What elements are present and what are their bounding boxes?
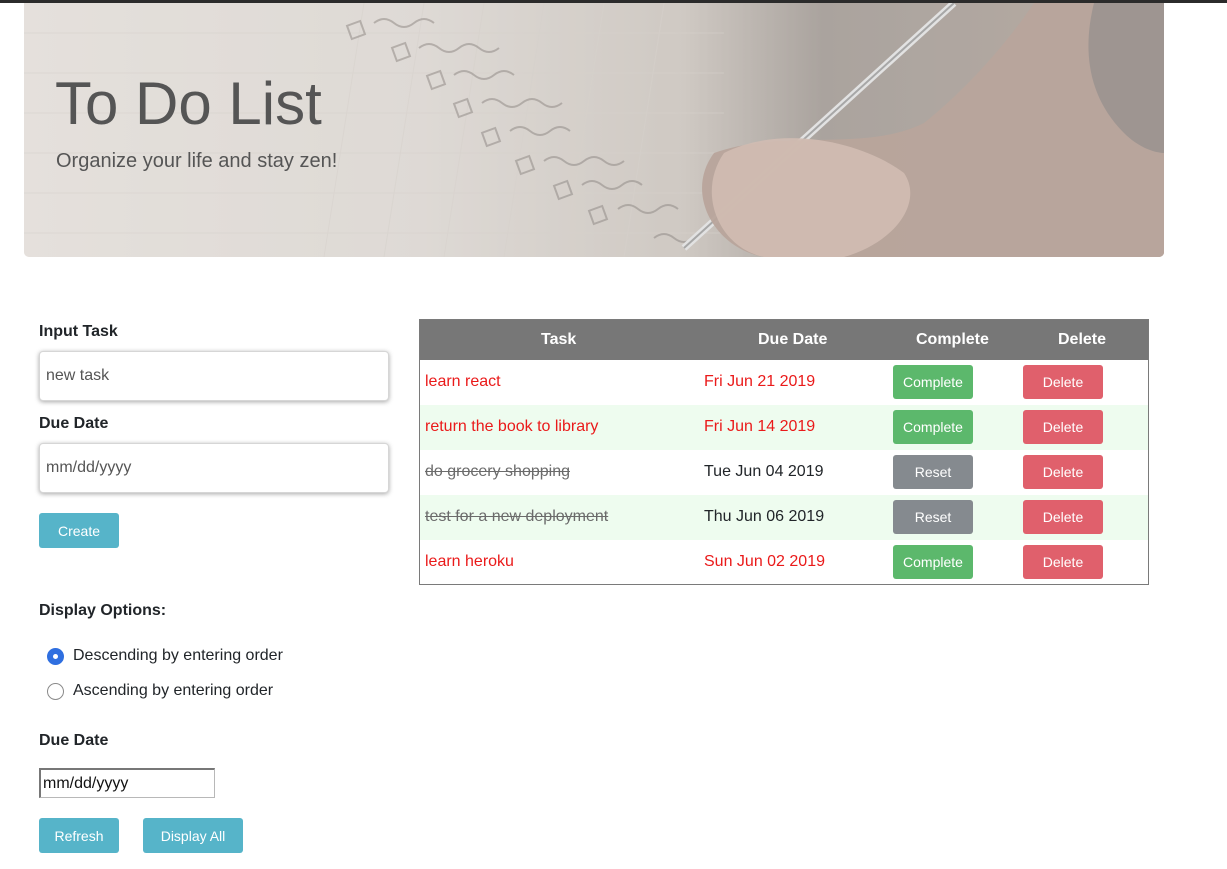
delete-button[interactable]: Delete: [1023, 545, 1103, 579]
task-input[interactable]: [39, 351, 389, 401]
task-due-date: Sun Jun 02 2019: [704, 553, 825, 570]
task-due-date: Fri Jun 21 2019: [704, 373, 816, 390]
page-title: To Do List: [55, 70, 322, 137]
table-row: return the book to library Fri Jun 14 20…: [420, 405, 1148, 450]
reset-button[interactable]: Reset: [893, 455, 973, 489]
filter-due-date-input[interactable]: [39, 768, 215, 798]
filter-due-date-label: Due Date: [39, 732, 109, 749]
complete-button[interactable]: Complete: [893, 410, 973, 444]
create-button[interactable]: Create: [39, 513, 119, 548]
task-name: return the book to library: [425, 418, 599, 435]
column-header-due-date: Due Date: [758, 331, 828, 348]
task-name: learn heroku: [425, 553, 514, 570]
reset-button[interactable]: Reset: [893, 500, 973, 534]
table-row: learn heroku Sun Jun 02 2019 Complete De…: [420, 540, 1148, 585]
table-header: Task Due Date Complete Delete: [420, 320, 1148, 360]
delete-button[interactable]: Delete: [1023, 410, 1103, 444]
task-due-date: Tue Jun 04 2019: [704, 463, 824, 480]
input-task-label: Input Task: [39, 323, 118, 340]
radio-descending-label: Descending by entering order: [73, 646, 283, 664]
task-name: test for a new deployment: [425, 508, 609, 525]
table-row: do grocery shopping Tue Jun 04 2019 Rese…: [420, 450, 1148, 495]
radio-ascending[interactable]: [47, 683, 64, 700]
hero-banner: To Do List Organize your life and stay z…: [24, 3, 1164, 257]
task-name: learn react: [425, 373, 501, 390]
radio-ascending-label: Ascending by entering order: [73, 681, 274, 699]
table-row: test for a new deployment Thu Jun 06 201…: [420, 495, 1148, 540]
task-name: do grocery shopping: [425, 463, 570, 480]
column-header-task: Task: [541, 331, 577, 348]
due-date-input[interactable]: [39, 443, 389, 493]
refresh-button[interactable]: Refresh: [39, 818, 119, 853]
display-all-button[interactable]: Display All: [143, 818, 243, 853]
column-header-delete: Delete: [1058, 331, 1107, 348]
radio-descending[interactable]: [47, 648, 64, 665]
page-subtitle: Organize your life and stay zen!: [56, 150, 338, 172]
complete-button[interactable]: Complete: [893, 365, 973, 399]
delete-button[interactable]: Delete: [1023, 500, 1103, 534]
task-due-date: Thu Jun 06 2019: [704, 508, 825, 525]
delete-button[interactable]: Delete: [1023, 455, 1103, 489]
radio-descending-option[interactable]: Descending by entering order: [47, 646, 283, 665]
table-row: learn react Fri Jun 21 2019 Complete Del…: [420, 360, 1148, 405]
task-table: Task Due Date Complete Delete learn reac…: [419, 319, 1149, 585]
delete-button[interactable]: Delete: [1023, 365, 1103, 399]
due-date-label: Due Date: [39, 415, 109, 432]
complete-button[interactable]: Complete: [893, 545, 973, 579]
column-header-complete: Complete: [916, 331, 989, 348]
task-due-date: Fri Jun 14 2019: [704, 418, 816, 435]
display-options-heading: Display Options:: [39, 602, 167, 619]
radio-ascending-option[interactable]: Ascending by entering order: [47, 681, 273, 700]
